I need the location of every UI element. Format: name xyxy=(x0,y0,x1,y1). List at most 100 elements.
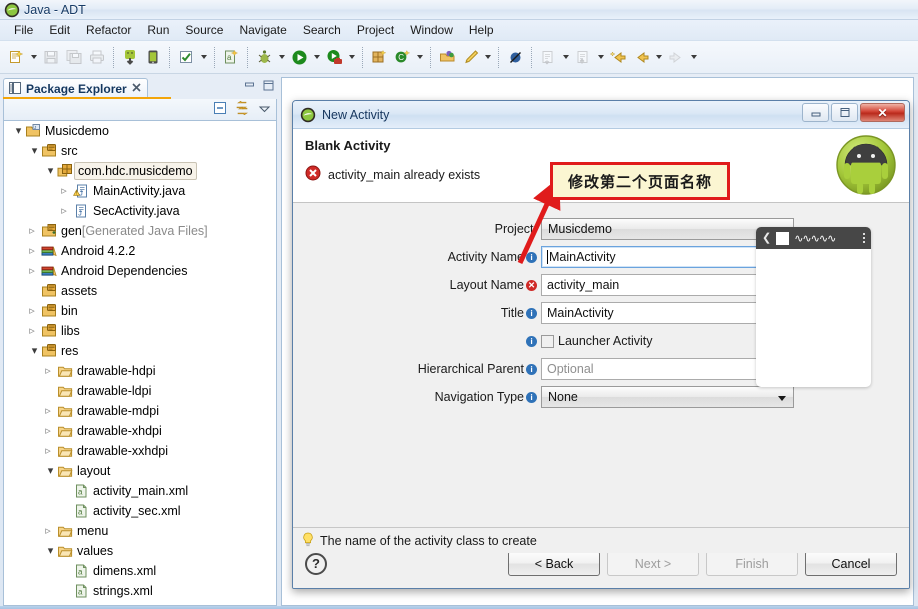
tree-item[interactable]: a dimens.xml xyxy=(4,561,276,581)
cancel-button[interactable]: Cancel xyxy=(805,551,897,576)
tree-twisty[interactable] xyxy=(28,241,41,261)
tree-item[interactable]: com.hdc.musicdemo xyxy=(4,161,276,181)
back-icon[interactable] xyxy=(630,46,652,68)
tree-item[interactable]: libs xyxy=(4,321,276,341)
info-icon[interactable]: i xyxy=(526,391,537,403)
search-pencil-icon[interactable] xyxy=(459,46,481,68)
class-dropdown-arrow[interactable] xyxy=(414,46,425,68)
debug-dropdown-arrow[interactable] xyxy=(276,46,287,68)
last-edit-location-icon[interactable] xyxy=(607,46,629,68)
check-mark-icon[interactable] xyxy=(175,46,197,68)
tree-twisty[interactable] xyxy=(44,401,57,421)
maximize-icon[interactable] xyxy=(831,103,858,122)
menu-window[interactable]: Window xyxy=(402,21,461,39)
close-icon[interactable]: ✕ xyxy=(860,103,905,122)
tree-item[interactable]: gen [Generated Java Files] xyxy=(4,221,276,241)
info-icon[interactable]: i xyxy=(526,251,537,263)
tree-item[interactable]: res xyxy=(4,341,276,361)
tree-item[interactable]: drawable-xxhdpi xyxy=(4,441,276,461)
tree-item[interactable]: drawable-hdpi xyxy=(4,361,276,381)
skip-all-breakpoints-icon[interactable] xyxy=(504,46,526,68)
tree-twisty[interactable] xyxy=(44,421,57,441)
minimize-icon[interactable] xyxy=(802,103,829,122)
menu-search[interactable]: Search xyxy=(295,21,349,39)
new-wizard-icon[interactable] xyxy=(5,46,27,68)
tree-twisty[interactable] xyxy=(44,441,57,461)
tree-item[interactable]: J Musicdemo xyxy=(4,121,276,141)
check-dropdown-arrow[interactable] xyxy=(198,46,209,68)
info-icon[interactable]: i xyxy=(526,335,537,347)
forward-dropdown-arrow[interactable] xyxy=(688,46,699,68)
info-icon[interactable]: i xyxy=(526,363,537,375)
tree-twisty[interactable] xyxy=(44,541,57,561)
error-badge-icon[interactable]: ✕ xyxy=(526,279,537,291)
open-type-icon[interactable] xyxy=(436,46,458,68)
close-icon[interactable] xyxy=(131,82,142,96)
hierarchical-parent-input[interactable]: Optional xyxy=(541,358,773,380)
back-button[interactable]: < Back xyxy=(508,551,600,576)
info-icon[interactable]: i xyxy=(526,307,537,319)
menu-run[interactable]: Run xyxy=(139,21,177,39)
tree-item[interactable]: drawable-xhdpi xyxy=(4,421,276,441)
tree-twisty[interactable] xyxy=(28,141,41,161)
external-tools-dropdown-arrow[interactable] xyxy=(346,46,357,68)
tree-item[interactable]: drawable-mdpi xyxy=(4,401,276,421)
debug-icon[interactable] xyxy=(253,46,275,68)
new-java-class-icon[interactable]: C xyxy=(391,46,413,68)
tree-item[interactable]: menu xyxy=(4,521,276,541)
tree-item[interactable]: bin xyxy=(4,301,276,321)
tree-twisty[interactable] xyxy=(60,201,73,221)
tree-twisty[interactable] xyxy=(60,181,73,201)
android-sdk-manager-icon[interactable] xyxy=(119,46,141,68)
menu-edit[interactable]: Edit xyxy=(41,21,78,39)
project-tree[interactable]: J Musicdemo src com.hdc.musicdemo J! MainActi… xyxy=(3,121,277,606)
menu-project[interactable]: Project xyxy=(349,21,402,39)
back-dropdown-arrow[interactable] xyxy=(653,46,664,68)
tree-item[interactable]: a activity_sec.xml xyxy=(4,501,276,521)
tree-item[interactable]: J SecActivity.java xyxy=(4,201,276,221)
tree-item[interactable]: a activity_main.xml xyxy=(4,481,276,501)
tree-twisty[interactable] xyxy=(44,361,57,381)
new-android-xml-file-icon[interactable]: a xyxy=(220,46,242,68)
tree-twisty[interactable] xyxy=(28,341,41,361)
tree-item[interactable]: src xyxy=(4,141,276,161)
help-button[interactable]: ? xyxy=(305,552,327,575)
tree-item[interactable]: J! MainActivity.java xyxy=(4,181,276,201)
menu-navigate[interactable]: Navigate xyxy=(231,21,294,39)
menu-help[interactable]: Help xyxy=(461,21,502,39)
new-dropdown-arrow[interactable] xyxy=(28,46,39,68)
tree-item[interactable]: a strings.xml xyxy=(4,581,276,601)
menu-source[interactable]: Source xyxy=(177,21,231,39)
view-menu-icon[interactable] xyxy=(258,102,271,118)
tree-twisty[interactable] xyxy=(28,301,41,321)
tree-twisty[interactable] xyxy=(44,521,57,541)
launcher-activity-checkbox[interactable] xyxy=(541,334,554,348)
run-icon[interactable] xyxy=(288,46,310,68)
tree-item[interactable]: assets xyxy=(4,281,276,301)
collapse-all-icon[interactable] xyxy=(213,101,227,118)
new-java-package-icon[interactable] xyxy=(368,46,390,68)
tree-twisty[interactable] xyxy=(12,121,25,141)
tab-package-explorer[interactable]: Package Explorer xyxy=(3,78,148,99)
maximize-icon[interactable] xyxy=(262,79,275,95)
tree-twisty[interactable] xyxy=(44,461,57,481)
android-virtual-device-manager-icon[interactable] xyxy=(142,46,164,68)
tree-twisty[interactable] xyxy=(44,161,57,181)
tree-twisty[interactable] xyxy=(28,321,41,341)
tree-item[interactable]: values xyxy=(4,541,276,561)
next-annotation-dropdown-arrow[interactable] xyxy=(595,46,606,68)
navigation-type-combo[interactable]: None xyxy=(541,386,794,408)
link-with-editor-icon[interactable] xyxy=(235,100,250,118)
search-dropdown-arrow[interactable] xyxy=(482,46,493,68)
tree-item[interactable]: layout xyxy=(4,461,276,481)
previous-annotation-dropdown-arrow[interactable] xyxy=(560,46,571,68)
minimize-icon[interactable] xyxy=(243,79,256,95)
tree-twisty[interactable] xyxy=(28,261,41,281)
tree-item[interactable]: drawable-ldpi xyxy=(4,381,276,401)
menu-refactor[interactable]: Refactor xyxy=(78,21,139,39)
tree-item[interactable]: Android 4.2.2 xyxy=(4,241,276,261)
tree-item[interactable]: Android Dependencies xyxy=(4,261,276,281)
tree-twisty[interactable] xyxy=(28,221,41,241)
menu-file[interactable]: File xyxy=(6,21,41,39)
run-dropdown-arrow[interactable] xyxy=(311,46,322,68)
